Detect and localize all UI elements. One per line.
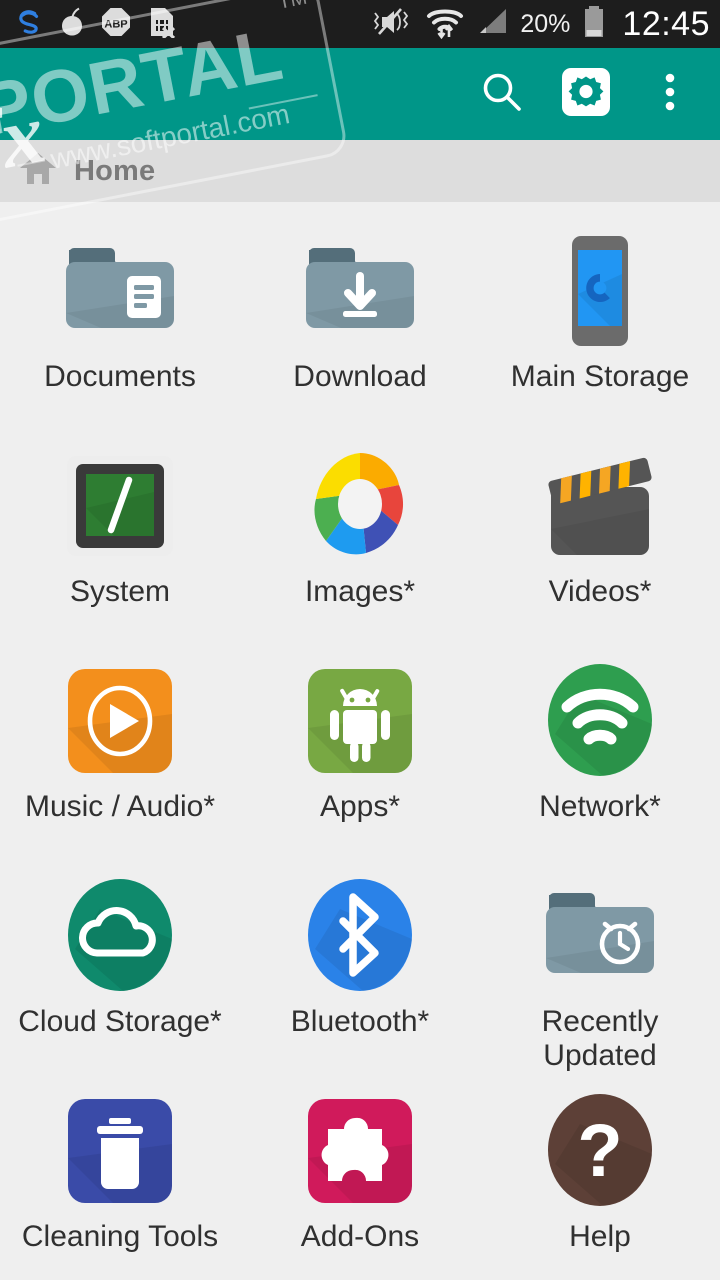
more-vert-icon bbox=[663, 69, 677, 120]
grid-item-label: Download bbox=[293, 360, 427, 393]
grid-item-label: Images* bbox=[304, 575, 416, 608]
grid-item-apps[interactable]: Apps* bbox=[240, 650, 480, 865]
breadcrumb-path-label: Home bbox=[74, 154, 156, 187]
grid-item-label: Videos* bbox=[548, 575, 652, 608]
svg-text:?: ? bbox=[577, 1109, 622, 1192]
grid-item-videos[interactable]: Videos* bbox=[480, 435, 720, 650]
grid-item-label: Help bbox=[569, 1220, 631, 1253]
grid-item-label: Recently Updated bbox=[541, 1005, 659, 1072]
grid-item-system[interactable]: System bbox=[0, 435, 240, 650]
trash-icon bbox=[60, 1092, 180, 1210]
grid-item-music-audio[interactable]: Music / Audio* bbox=[0, 650, 240, 865]
home-icon[interactable] bbox=[18, 150, 58, 193]
phone-storage-icon bbox=[540, 232, 660, 350]
android-robot-icon bbox=[300, 662, 420, 780]
grid-item-label: Bluetooth* bbox=[290, 1005, 430, 1038]
grid-item-label: Main Storage bbox=[510, 360, 690, 393]
question-mark-icon: ? bbox=[540, 1092, 660, 1210]
grid-item-label: System bbox=[69, 575, 171, 608]
clock-label: 12:45 bbox=[622, 5, 710, 43]
grid-item-cloud-storage[interactable]: Cloud Storage* bbox=[0, 865, 240, 1080]
svg-text:ABP: ABP bbox=[104, 18, 127, 30]
sync-s-logo-icon bbox=[14, 7, 44, 42]
battery-percent-label: 20% bbox=[520, 9, 571, 38]
status-bar-system-icons: 20% 12:45 bbox=[373, 5, 710, 44]
app-bar bbox=[0, 48, 720, 140]
grid-item-label: Music / Audio* bbox=[24, 790, 216, 823]
grid-item-label: Network* bbox=[539, 790, 661, 823]
grid-item-label: Cloud Storage* bbox=[18, 1005, 222, 1038]
grid-item-main-storage[interactable]: Main Storage bbox=[480, 220, 720, 435]
terminal-root-icon bbox=[60, 447, 180, 565]
folder-documents-icon bbox=[60, 232, 180, 350]
wifi-data-transfer-icon bbox=[426, 5, 464, 44]
grid-item-network[interactable]: Network* bbox=[480, 650, 720, 865]
clapperboard-icon bbox=[540, 447, 660, 565]
cloud-icon bbox=[60, 877, 180, 995]
adblock-plus-icon: ABP bbox=[100, 6, 132, 43]
more-options-button[interactable] bbox=[628, 48, 712, 140]
grid-item-label: Add-Ons bbox=[300, 1220, 420, 1253]
grid-item-add-ons[interactable]: Add-Ons bbox=[240, 1080, 480, 1280]
gear-icon bbox=[561, 67, 611, 122]
volume-mute-vibrate-icon bbox=[373, 6, 415, 43]
app-bar-actions bbox=[460, 48, 720, 140]
grid-item-recently-updated[interactable]: Recently Updated bbox=[480, 865, 720, 1080]
app-screen: ABP 20% 12:45 Home Documents Download Ma… bbox=[0, 0, 720, 1280]
grid-item-bluetooth[interactable]: Bluetooth* bbox=[240, 865, 480, 1080]
status-bar: ABP 20% 12:45 bbox=[0, 0, 720, 48]
breadcrumb[interactable]: Home bbox=[0, 140, 720, 202]
grid-item-label: Documents bbox=[44, 360, 196, 393]
grid-item-label: Cleaning Tools bbox=[21, 1220, 219, 1253]
cell-signal-icon bbox=[475, 6, 509, 43]
folder-clock-icon bbox=[540, 877, 660, 995]
grid-item-documents[interactable]: Documents bbox=[0, 220, 240, 435]
onion-orbot-icon bbox=[60, 7, 84, 42]
bluetooth-icon bbox=[300, 877, 420, 995]
folder-download-icon bbox=[300, 232, 420, 350]
photos-pinwheel-icon bbox=[300, 447, 420, 565]
grid-item-label: Apps* bbox=[319, 790, 401, 823]
search-icon bbox=[479, 69, 525, 120]
status-bar-notification-icons: ABP bbox=[14, 6, 176, 43]
play-circle-icon bbox=[60, 662, 180, 780]
wifi-icon bbox=[540, 662, 660, 780]
sim-card-missing-icon bbox=[148, 6, 176, 43]
grid-item-cleaning-tools[interactable]: Cleaning Tools bbox=[0, 1080, 240, 1280]
search-button[interactable] bbox=[460, 48, 544, 140]
grid-item-help[interactable]: ? Help bbox=[480, 1080, 720, 1280]
puzzle-piece-icon bbox=[300, 1092, 420, 1210]
shortcut-grid: Documents Download Main Storage System I… bbox=[0, 202, 720, 1280]
battery-icon bbox=[581, 5, 607, 44]
grid-item-images[interactable]: Images* bbox=[240, 435, 480, 650]
grid-item-download[interactable]: Download bbox=[240, 220, 480, 435]
settings-button[interactable] bbox=[544, 48, 628, 140]
